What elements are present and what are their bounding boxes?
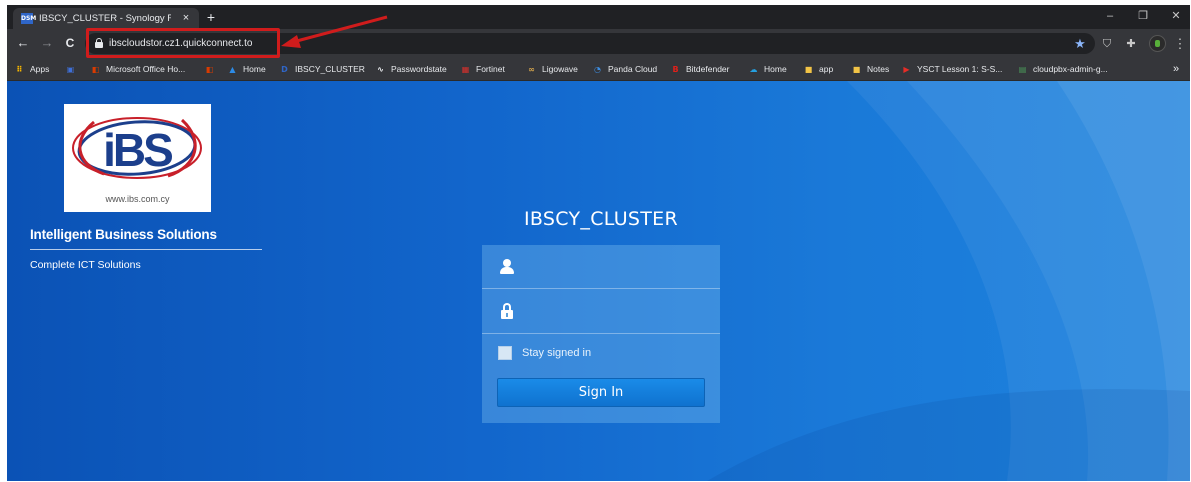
menu-icon[interactable]: ⋮ — [1173, 37, 1187, 51]
bookmark-item[interactable]: ∿ Passwordstate — [375, 58, 447, 81]
pbx-icon: ▤ — [1018, 65, 1027, 74]
bookmark-item[interactable]: B Bitdefender — [670, 58, 729, 81]
bookmark-item[interactable]: ■ app — [803, 58, 833, 81]
bookmark-item[interactable]: ⠿ Apps — [14, 58, 49, 81]
user-icon — [500, 259, 514, 275]
bookmark-label: cloudpbx-admin-g... — [1033, 64, 1108, 74]
bookmark-item[interactable]: ▣ — [65, 58, 81, 81]
browser-window: DSM IBSCY_CLUSTER - Synology Rack × + – … — [7, 5, 1190, 481]
bookmark-label: Home — [764, 64, 787, 74]
tab-ibscy-cluster[interactable]: DSM IBSCY_CLUSTER - Synology Rack × — [13, 8, 199, 29]
folder-icon: ■ — [804, 65, 813, 74]
fortinet-icon: ▦ — [461, 65, 470, 74]
bookmark-label: app — [819, 64, 834, 74]
bookmark-item[interactable]: ∞ Ligowave — [526, 58, 578, 81]
salesforce-icon: ☁ — [749, 65, 758, 74]
stay-signed-in-label[interactable]: Stay signed in — [522, 346, 591, 360]
tagline-divider — [30, 249, 262, 250]
url-annotation-box — [86, 28, 280, 58]
bookmark-item[interactable]: ☁ Home — [748, 58, 787, 81]
close-window-icon[interactable]: ✕ — [1165, 7, 1187, 25]
bookmark-item[interactable]: ▲ Home — [227, 58, 266, 81]
bookmark-label: Bitdefender — [686, 64, 730, 74]
panda-icon: ◔ — [594, 65, 601, 74]
apps-grid-icon: ⠿ — [16, 65, 23, 74]
tab-title: IBSCY_CLUSTER - Synology Rack — [39, 13, 171, 24]
tab-strip: DSM IBSCY_CLUSTER - Synology Rack × + – … — [7, 5, 1190, 29]
dsm-login-page: iBS www.ibs.com.cy Intelligent Business … — [7, 81, 1190, 481]
bookmark-item[interactable]: ◧ — [204, 58, 220, 81]
shield-extension-icon[interactable]: ⛉ — [1100, 37, 1114, 51]
azure-icon: ▲ — [229, 65, 236, 74]
bookmark-star-icon[interactable]: ★ — [1073, 37, 1087, 51]
office-icon: ◧ — [91, 65, 100, 74]
profile-avatar[interactable] — [1149, 35, 1166, 52]
bookmark-item[interactable]: ◧ Microsoft Office Ho... — [90, 58, 185, 81]
youtube-icon: ▶ — [903, 65, 910, 74]
maximize-icon[interactable]: ❐ — [1132, 7, 1154, 25]
bookmark-item[interactable]: ▶ YSCT Lesson 1: S-S... — [901, 58, 1002, 81]
stay-signed-in-row[interactable]: Stay signed in — [498, 345, 591, 361]
bookmark-label: IBSCY_CLUSTER — [295, 64, 365, 74]
server-name: IBSCY_CLUSTER — [524, 208, 678, 230]
bookmark-item[interactable]: ■ Notes — [851, 58, 890, 81]
username-input[interactable] — [520, 253, 710, 281]
login-form: Stay signed in Sign In — [482, 245, 720, 423]
pulse-icon: ∿ — [377, 65, 384, 74]
ibs-logo: iBS www.ibs.com.cy — [64, 104, 211, 212]
more-bookmarks-icon: » — [1173, 63, 1180, 75]
padlock-icon — [501, 303, 513, 319]
office-icon: ◧ — [205, 65, 214, 74]
stay-signed-in-checkbox[interactable] — [498, 346, 512, 360]
bookmark-label: Ligowave — [542, 64, 578, 74]
bookmarks-bar: ⠿ Apps ▣ ◧ Microsoft Office Ho... ◧ ▲ Home D IBSC… — [7, 58, 1190, 81]
bookmark-item[interactable]: ▦ Fortinet — [460, 58, 505, 81]
bookmark-item[interactable]: ◔ Panda Cloud — [592, 58, 657, 81]
bookmark-label: Notes — [867, 64, 890, 74]
bookmark-label: Home — [243, 64, 266, 74]
bookmark-label: YSCT Lesson 1: S-S... — [917, 64, 1003, 74]
bitdefender-icon: B — [672, 65, 679, 74]
reload-icon[interactable]: C — [62, 35, 78, 51]
bookmark-item[interactable]: » — [1173, 58, 1179, 81]
dsm-icon: D — [281, 65, 288, 74]
bookmark-label: Panda Cloud — [608, 64, 658, 74]
bookmark-icon: ▣ — [66, 65, 75, 74]
sign-in-button[interactable]: Sign In — [497, 378, 705, 407]
dsm-favicon-icon: DSM — [21, 13, 37, 24]
minimize-icon[interactable]: – — [1099, 7, 1121, 25]
ibs-logo-lettering: iBS — [103, 124, 172, 176]
bookmark-label: Apps — [30, 64, 50, 74]
bookmark-item[interactable]: D IBSCY_CLUSTER — [279, 58, 365, 81]
company-subtagline: Complete ICT Solutions — [30, 259, 141, 271]
bookmark-label: Fortinet — [476, 64, 505, 74]
bookmark-label: Passwordstate — [391, 64, 447, 74]
password-field[interactable] — [482, 290, 720, 334]
annotation-arrow-icon — [281, 15, 388, 48]
company-tagline: Intelligent Business Solutions — [30, 227, 217, 242]
bookmark-item[interactable]: ▤ cloudpbx-admin-g... — [1017, 58, 1108, 81]
forward-icon[interactable]: → — [39, 35, 55, 51]
username-field[interactable] — [482, 245, 720, 289]
tab-close-icon[interactable]: × — [179, 11, 193, 25]
new-tab-icon[interactable]: + — [203, 9, 219, 25]
logo-url: www.ibs.com.cy — [105, 194, 170, 204]
extensions-puzzle-icon[interactable]: ✚ — [1124, 37, 1138, 51]
bookmark-label: Microsoft Office Ho... — [106, 64, 186, 74]
ligowave-icon: ∞ — [528, 65, 535, 74]
folder-icon: ■ — [852, 65, 861, 74]
password-input[interactable] — [520, 298, 710, 326]
back-icon[interactable]: ← — [15, 35, 31, 51]
